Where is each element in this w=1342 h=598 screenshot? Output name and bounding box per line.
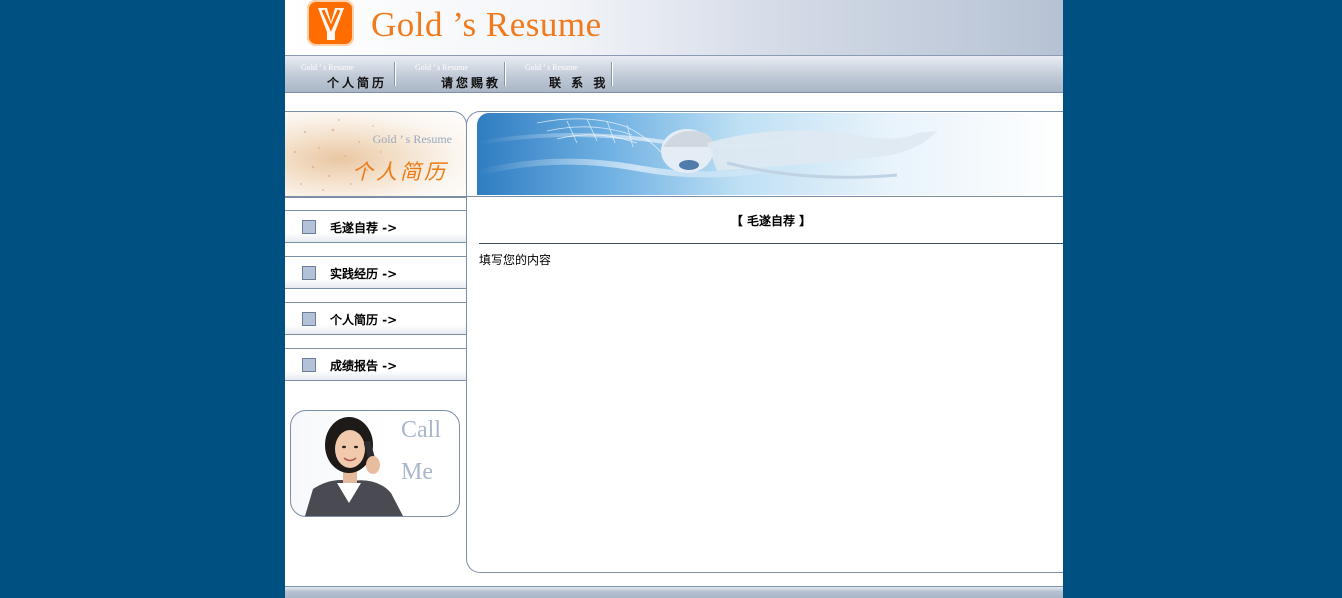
call-me-line1: Call: [401, 417, 441, 443]
nav-divider: [395, 62, 396, 86]
sidebar-item-label: 成绩报告 ->: [330, 359, 398, 373]
sidebar-item-resume[interactable]: 个人简历 ->: [285, 302, 467, 335]
header: Gold ’s Resume: [285, 0, 1063, 56]
square-bullet-icon: [302, 266, 316, 280]
sidebar-item-label: 个人简历 ->: [330, 313, 398, 327]
divider: [479, 243, 1063, 244]
sidebar-banner-title: 个人简历: [352, 160, 448, 184]
nav-item-en: Gold ’ s Resume: [301, 63, 354, 72]
square-bullet-icon: [302, 312, 316, 326]
divider: [467, 196, 1063, 197]
call-me-card[interactable]: Call Me: [290, 410, 460, 517]
square-bullet-icon: [302, 220, 316, 234]
swimmer-banner-image: [477, 113, 1063, 195]
nav-item-contact[interactable]: Gold ’ s Resume 联 系 我: [509, 56, 613, 92]
sidebar-item-self-recommendation[interactable]: 毛遂自荐 ->: [285, 210, 467, 243]
sidebar-item-grades[interactable]: 成绩报告 ->: [285, 348, 467, 381]
sidebar-item-experience[interactable]: 实践经历 ->: [285, 256, 467, 289]
top-nav: Gold ’ s Resume 个人简历 Gold ’ s Resume 请您赐…: [285, 56, 1063, 93]
sidebar-banner: Gold ’ s Resume 个人简历: [285, 111, 467, 198]
sidebar-banner-en: Gold ’ s Resume: [372, 132, 452, 146]
nav-divider: [612, 62, 613, 86]
nav-item-advice[interactable]: Gold ’ s Resume 请您赐教: [399, 56, 505, 92]
brand-title: Gold ’s Resume: [371, 5, 602, 44]
square-bullet-icon: [302, 358, 316, 372]
section-title: 【 毛遂自荐 】: [730, 214, 812, 228]
nav-item-label: 请您赐教: [441, 76, 502, 90]
page: Gold ’s Resume Gold ’ s Resume 个人简历 Gold…: [285, 0, 1063, 598]
footer-bar: [285, 586, 1063, 598]
nav-item-label: 联 系 我: [549, 76, 609, 90]
nav-item-en: Gold ’ s Resume: [525, 63, 578, 72]
nav-divider: [505, 62, 506, 86]
call-me-line2: Me: [401, 459, 433, 485]
divider: [285, 196, 466, 197]
content-text: 填写您的内容: [479, 253, 552, 267]
logo-icon: [307, 0, 354, 46]
nav-item-label: 个人简历: [327, 76, 388, 90]
nav-item-en: Gold ’ s Resume: [415, 63, 468, 72]
nav-item-resume[interactable]: Gold ’ s Resume 个人简历: [285, 56, 395, 92]
sidebar-item-label: 毛遂自荐 ->: [330, 221, 398, 235]
sidebar-item-label: 实践经历 ->: [330, 267, 398, 281]
